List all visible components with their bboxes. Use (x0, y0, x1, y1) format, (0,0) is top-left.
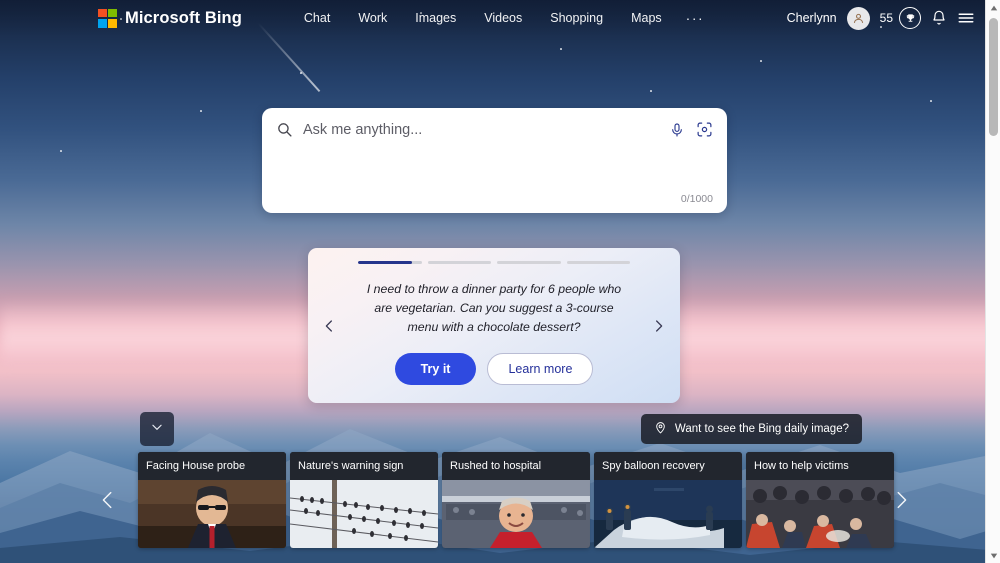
user-name[interactable]: Cherlynn (787, 11, 837, 25)
news-card[interactable]: Nature's warning sign (290, 452, 438, 548)
carousel-buttons: Try it Learn more (358, 353, 630, 385)
hamburger-menu-icon[interactable] (957, 9, 975, 27)
news-card-image (138, 480, 286, 548)
carousel-body: I need to throw a dinner party for 6 peo… (308, 264, 680, 385)
nav-item-chat[interactable]: Chat (290, 7, 344, 29)
page-scrollbar[interactable] (985, 0, 1000, 563)
news-card-image (290, 480, 438, 548)
search-input[interactable] (303, 121, 659, 138)
collapse-feed-button[interactable] (140, 412, 174, 446)
carousel-next-icon[interactable] (651, 318, 666, 333)
news-card-title: Spy balloon recovery (594, 452, 742, 480)
user-avatar-icon[interactable] (846, 6, 870, 30)
microsoft-logo-icon (98, 8, 117, 28)
star (300, 72, 302, 74)
learn-more-button[interactable]: Learn more (487, 353, 594, 385)
nav-item-videos[interactable]: Videos (470, 7, 536, 29)
caret-up-icon[interactable] (986, 0, 1000, 15)
scrollbar-thumb[interactable] (989, 18, 998, 136)
star (760, 60, 762, 62)
search-row (262, 108, 727, 138)
news-card[interactable]: How to help victims (746, 452, 894, 548)
prompt-carousel-card: I need to throw a dinner party for 6 peo… (308, 248, 680, 403)
news-card-title: Nature's warning sign (290, 452, 438, 480)
chevron-left-icon[interactable] (97, 489, 119, 511)
nav-item-images[interactable]: Images (401, 7, 470, 29)
location-pin-icon (654, 421, 667, 437)
nav-item-work[interactable]: Work (344, 7, 401, 29)
nav-item-maps[interactable]: Maps (617, 7, 676, 29)
star (560, 48, 562, 50)
star (60, 150, 62, 152)
visual-search-icon[interactable] (696, 121, 713, 138)
chevron-down-icon (150, 420, 164, 439)
news-card[interactable]: Facing House probe (138, 452, 286, 548)
star (930, 100, 932, 102)
progress-segment-1[interactable] (358, 261, 422, 264)
search-icon (276, 121, 293, 138)
news-card[interactable]: Spy balloon recovery (594, 452, 742, 548)
top-header: Microsoft Bing Chat Work Images Videos S… (0, 0, 1000, 36)
news-carousel: Facing House probe Nature's warning sign… (138, 452, 894, 548)
progress-segment-2[interactable] (427, 261, 491, 264)
bing-homepage: Microsoft Bing Chat Work Images Videos S… (0, 0, 1000, 563)
rewards-widget[interactable]: 55 (880, 7, 921, 29)
news-card[interactable]: Rushed to hospital (442, 452, 590, 548)
nav-more-icon[interactable]: ··· (676, 11, 715, 25)
caret-down-icon[interactable] (986, 548, 1000, 563)
news-card-image (594, 480, 742, 548)
bell-icon[interactable] (931, 10, 947, 26)
carousel-progress (308, 248, 680, 264)
carousel-prev-icon[interactable] (322, 318, 337, 333)
brand-name: Microsoft Bing (125, 8, 242, 27)
daily-image-label: Want to see the Bing daily image? (674, 423, 849, 435)
header-right-cluster: Cherlynn 55 (787, 6, 975, 30)
brand-logo[interactable]: Microsoft Bing (98, 8, 242, 28)
progress-segment-3[interactable] (497, 261, 561, 264)
nav-item-shopping[interactable]: Shopping (536, 7, 617, 29)
search-box[interactable]: 0/1000 (262, 108, 727, 213)
chevron-right-icon[interactable] (890, 489, 912, 511)
trophy-icon (899, 7, 921, 29)
search-actions (669, 121, 713, 138)
news-card-title: Facing House probe (138, 452, 286, 480)
news-card-image (746, 480, 894, 548)
character-counter: 0/1000 (680, 193, 713, 205)
microphone-icon[interactable] (669, 122, 685, 138)
try-it-button[interactable]: Try it (394, 353, 477, 385)
rewards-count: 55 (879, 11, 893, 25)
news-card-image (442, 480, 590, 548)
primary-nav: Chat Work Images Videos Shopping Maps ··… (290, 7, 714, 29)
progress-segment-4[interactable] (566, 261, 630, 264)
prompt-suggestion-text: I need to throw a dinner party for 6 peo… (366, 282, 622, 334)
star (200, 110, 202, 112)
news-card-title: Rushed to hospital (442, 452, 590, 480)
star (650, 90, 652, 92)
daily-image-prompt[interactable]: Want to see the Bing daily image? (640, 414, 862, 444)
news-card-title: How to help victims (746, 452, 894, 480)
